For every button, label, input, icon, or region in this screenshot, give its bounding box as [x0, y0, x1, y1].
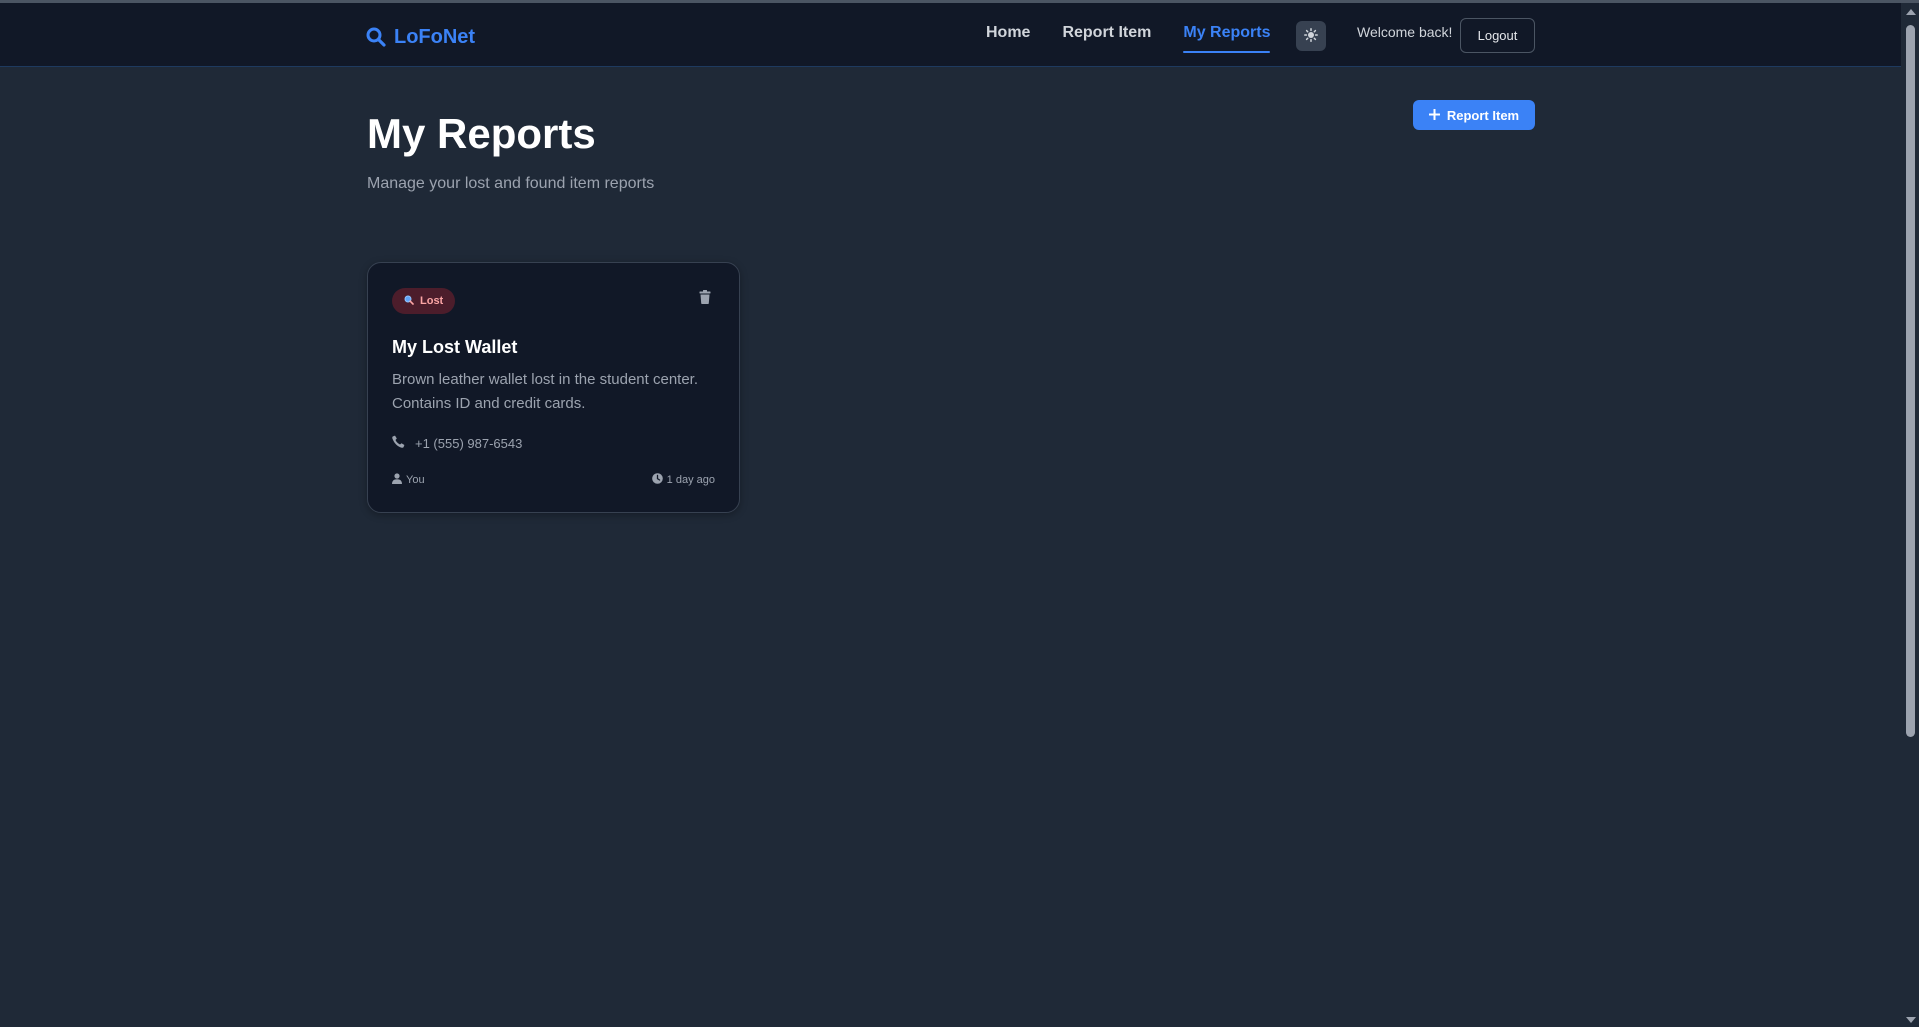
report-item-button-label: Report Item — [1446, 107, 1520, 123]
brand-name: LoFoNet — [394, 25, 476, 48]
report-phone: +1 (555) 987-6543 — [392, 435, 522, 451]
report-item-button[interactable]: Report Item — [1413, 100, 1535, 130]
report-title: My Lost Wallet — [392, 337, 518, 357]
scroll-up-arrow-icon[interactable] — [1906, 9, 1916, 15]
nav-link-home[interactable]: Home — [986, 23, 1030, 53]
logout-button[interactable]: Logout — [1460, 18, 1535, 53]
report-phone-number: +1 (555) 987-6543 — [415, 435, 523, 451]
report-time-label: 1 day ago — [666, 474, 715, 486]
page-scrollbar[interactable] — [1901, 3, 1919, 1027]
nav-link-report-item[interactable]: Report Item — [1062, 23, 1151, 53]
phone-icon — [392, 435, 405, 451]
page-title: My Reports — [367, 110, 596, 157]
nav-link-my-reports[interactable]: My Reports — [1183, 23, 1271, 53]
report-author: You — [392, 473, 425, 487]
nav-links: Home Report Item My Reports — [986, 23, 1271, 53]
clock-icon — [651, 473, 663, 487]
sun-icon — [1304, 27, 1318, 45]
trash-icon — [699, 289, 711, 307]
navbar: LoFoNet Home Report Item My Reports Welc… — [0, 3, 1901, 67]
plus-icon — [1428, 108, 1441, 123]
status-badge-label: Lost — [420, 295, 444, 307]
scroll-thumb[interactable] — [1906, 25, 1915, 737]
magnifier-icon — [404, 295, 414, 308]
page-subtitle: Manage your lost and found item reports — [367, 175, 655, 192]
search-icon — [366, 27, 386, 47]
scroll-down-arrow-icon[interactable] — [1906, 1017, 1916, 1023]
report-description: Brown leather wallet lost in the student… — [392, 371, 699, 412]
theme-toggle-button[interactable] — [1296, 21, 1326, 51]
status-badge: Lost — [392, 288, 456, 314]
brand-logo[interactable]: LoFoNet — [366, 22, 475, 52]
delete-report-button[interactable] — [697, 289, 713, 307]
report-card[interactable]: Lost My Lost Wallet Brown leather wallet… — [367, 262, 740, 513]
report-time: 1 day ago — [651, 473, 715, 487]
user-icon — [392, 473, 402, 487]
report-author-name: You — [406, 474, 425, 486]
welcome-text: Welcome back! — [1357, 24, 1453, 40]
